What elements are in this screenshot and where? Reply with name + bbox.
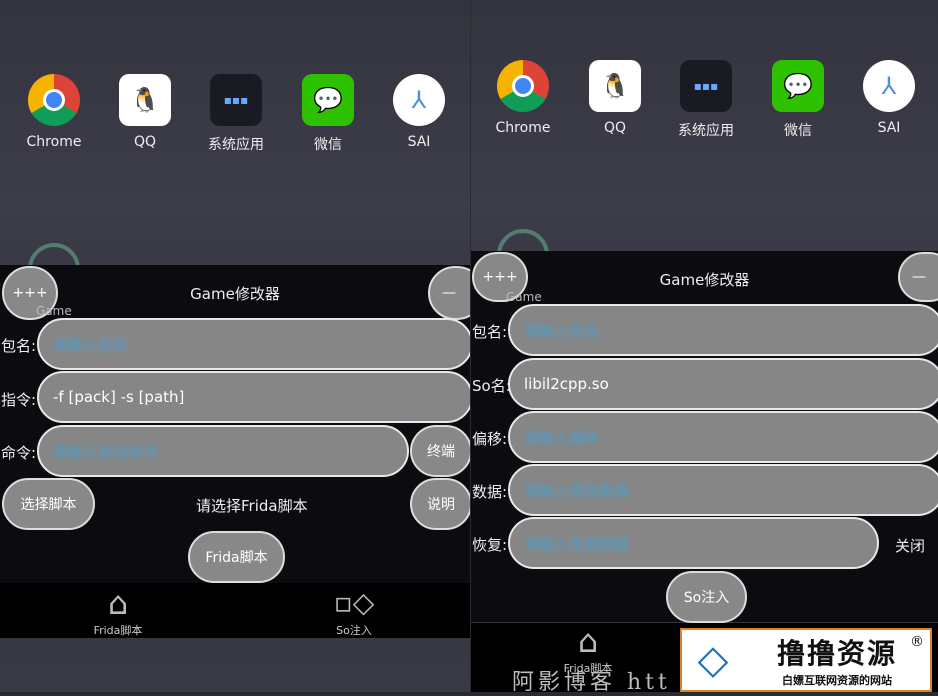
logo-title: 撸撸资源 [776,637,897,670]
app-sai[interactable]: ⅄ SAI [849,60,929,136]
chrome-icon [28,74,80,126]
data-input[interactable]: 请输入修改数据 [508,464,938,516]
bottom-nav [0,583,470,638]
nav-label: So注入 [336,624,372,637]
right-screen: Chrome 🐧 QQ ▪▪▪ 系统应用 💬 微信 ⅄ SAI Game修改器 +++ … [471,0,938,692]
sai-icon: ⅄ [863,60,915,112]
game-app-label: Game [506,290,542,304]
wechat-icon: 💬 [772,60,824,112]
restore-label: 恢复: [472,536,508,554]
frida-script-button[interactable]: Frida脚本 [188,531,285,583]
command-placeholder: 请输入启动命令 [53,442,159,461]
data-placeholder: 请输入修改数据 [524,481,630,500]
logo-subtitle: 白嫖互联网资源的网站 [782,674,892,687]
chrome-icon [497,60,549,112]
package-input[interactable]: 请输入包名 [508,304,938,356]
app-system[interactable]: ▪▪▪ 系统应用 [666,60,746,140]
so-label: So名: [472,377,511,395]
app-qq[interactable]: 🐧 QQ [105,74,185,150]
app-label: 微信 [314,137,342,153]
app-qq[interactable]: 🐧 QQ [575,60,655,136]
app-label: Chrome [495,120,551,136]
command-label: 命令: [1,444,37,462]
app-label: QQ [133,134,157,150]
app-label: QQ [603,120,627,136]
instruction-label: 指令: [1,391,37,409]
package-placeholder: 请输入包名 [524,321,600,340]
app-chrome[interactable]: Chrome [14,74,94,150]
so-value: libil2cpp.so [524,375,609,393]
logo-mark-icon: ◇ [697,637,729,683]
restore-input[interactable]: 请输入恢复数据 [508,517,879,569]
help-button[interactable]: 说明 [410,478,470,530]
sai-icon: ⅄ [393,74,445,126]
app-wechat[interactable]: 💬 微信 [758,60,838,140]
app-chrome[interactable]: Chrome [483,60,563,136]
offset-input[interactable]: 请输入偏移 [508,411,938,463]
blog-watermark: 阿影博客 htt [512,670,671,695]
left-screen: Chrome 🐧 QQ ▪▪▪ 系统应用 💬 微信 ⅄ SAI Game修改器 +++ … [0,0,470,692]
folder-icon: ▪▪▪ [210,74,262,126]
app-label: SAI [407,134,431,150]
app-label: 微信 [784,123,812,139]
package-placeholder: 请输入包名 [53,335,129,354]
data-label: 数据: [472,483,508,501]
offset-label: 偏移: [472,430,508,448]
home-icon: ⌂ [577,622,599,660]
nav-so-inject[interactable]: ▫◇ So注入 [314,584,394,638]
package-label: 包名: [1,337,37,355]
app-sai[interactable]: ⅄ SAI [379,74,459,150]
qq-penguin-icon: 🐧 [589,60,641,112]
terminal-button[interactable]: 终端 [410,425,470,477]
panel-title: Game修改器 [659,271,750,289]
grid-icon: ▫◇ [333,586,375,619]
select-script-button[interactable]: 选择脚本 [2,478,95,530]
command-input[interactable]: 请输入启动命令 [37,425,409,477]
nav-frida[interactable]: ⌂ Frida脚本 [78,584,158,638]
package-input[interactable]: 请输入包名 [37,318,470,370]
instruction-value: -f [pack] -s [path] [53,388,185,406]
so-inject-button[interactable]: So注入 [666,571,747,623]
folder-icon: ▪▪▪ [680,60,732,112]
nav-label: Frida脚本 [93,624,143,637]
app-label: Chrome [26,134,82,150]
instruction-input[interactable]: -f [pack] -s [path] [37,371,470,423]
offset-placeholder: 请输入偏移 [524,428,600,447]
app-system[interactable]: ▪▪▪ 系统应用 [196,74,276,154]
app-label: 系统应用 [678,123,734,139]
app-wechat[interactable]: 💬 微信 [288,74,368,154]
restore-placeholder: 请输入恢复数据 [524,534,630,553]
qq-penguin-icon: 🐧 [119,74,171,126]
panel-title: Game修改器 [190,285,280,303]
watermark-logo: ◇ 撸撸资源 白嫖互联网资源的网站 ® [680,628,932,692]
wechat-icon: 💬 [302,74,354,126]
app-label: 系统应用 [208,137,264,153]
so-input[interactable]: libil2cpp.so [508,358,938,410]
game-app-label: Game [36,304,72,318]
registered-mark: ® [910,634,924,650]
package-label: 包名: [472,323,508,341]
script-status: 请选择Frida脚本 [196,497,308,515]
home-icon: ⌂ [107,584,129,622]
app-label: SAI [877,120,901,136]
close-button[interactable]: 关闭 [895,535,925,556]
